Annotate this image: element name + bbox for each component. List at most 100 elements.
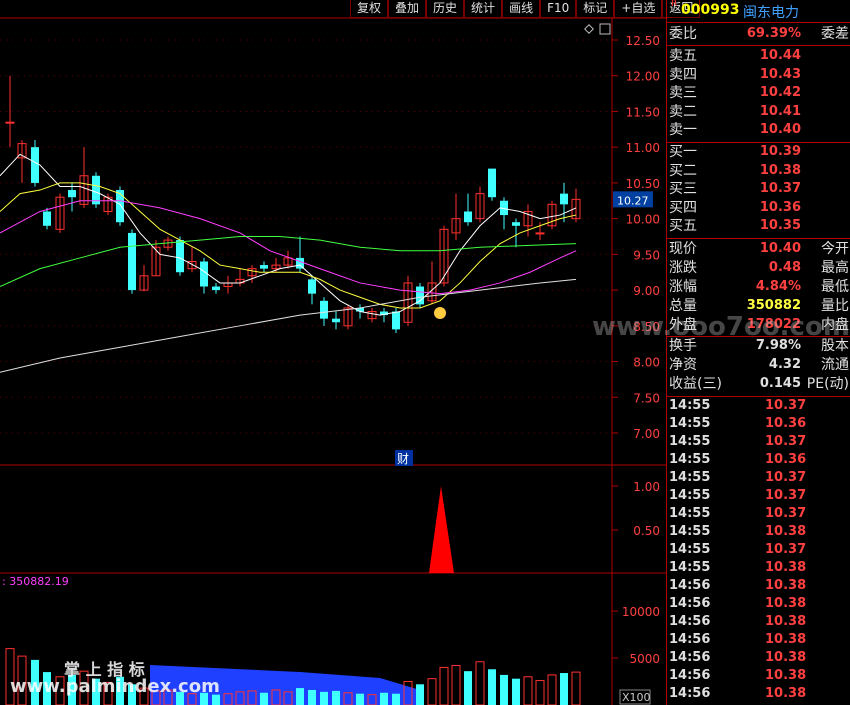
candle-body-down bbox=[332, 318, 340, 323]
price-axis-label: 8.00 bbox=[633, 356, 660, 370]
stock-header: R 000993 闽东电力 bbox=[667, 0, 850, 22]
volume-bar-up bbox=[547, 674, 557, 705]
volume-bar-up bbox=[571, 671, 581, 705]
tick-price: 10.38 bbox=[765, 686, 807, 701]
candle-body-down bbox=[128, 232, 136, 291]
toolbar-button[interactable]: 统计 bbox=[464, 0, 503, 18]
toolbar-button[interactable]: 复权 bbox=[350, 0, 389, 18]
tick-price: 10.38 bbox=[765, 668, 807, 683]
signal-spike bbox=[429, 486, 454, 573]
volume-bar-up bbox=[523, 676, 533, 705]
ratio-value: 69.39% bbox=[746, 26, 801, 41]
volume-bar-down bbox=[560, 673, 568, 705]
fund-label: 净资 bbox=[669, 357, 697, 373]
tick-price: 10.38 bbox=[765, 650, 807, 665]
tick-row: 14:55 10.37 bbox=[667, 541, 850, 559]
tick-price: 10.37 bbox=[765, 398, 807, 413]
volume-bar-down bbox=[464, 671, 472, 705]
toolbar: 复权 叠加 历史 统计 画线 F10 标记 +自选 返回 bbox=[350, 0, 701, 18]
candle-body-down bbox=[320, 300, 328, 319]
candle-body-down bbox=[416, 286, 424, 305]
bid-price: 10.38 bbox=[759, 162, 801, 178]
toolbar-button[interactable]: 标记 bbox=[576, 0, 615, 18]
price-axis-label: 10.50 bbox=[626, 177, 660, 191]
volume-axis-label: 5000 bbox=[629, 652, 660, 666]
ask-price: 10.44 bbox=[759, 48, 801, 63]
window-icon bbox=[599, 23, 611, 35]
quote-value: 0.48 bbox=[768, 260, 801, 275]
volume-bar-up bbox=[535, 680, 545, 705]
candle-body-down bbox=[116, 190, 124, 223]
volume-bar-down bbox=[392, 693, 400, 705]
tick-time: 14:56 bbox=[669, 650, 711, 665]
indicator-axis-label: 1.00 bbox=[633, 480, 660, 494]
price-axis-label: 11.00 bbox=[626, 141, 660, 155]
bid-price: 10.36 bbox=[759, 199, 801, 215]
tick-price: 10.38 bbox=[765, 560, 807, 575]
candle-body-up bbox=[535, 232, 545, 235]
tick-price: 10.38 bbox=[765, 578, 807, 593]
tick-time: 14:55 bbox=[669, 560, 711, 575]
tick-row: 14:55 10.37 bbox=[667, 433, 850, 451]
price-axis-label: 7.50 bbox=[633, 391, 660, 405]
price-axis-label: 9.00 bbox=[633, 284, 660, 298]
stock-code[interactable]: 000993 bbox=[681, 2, 739, 18]
tick-row: 14:55 10.37 bbox=[667, 469, 850, 487]
ask-label: 卖一 bbox=[669, 122, 697, 138]
ask-price: 10.42 bbox=[759, 85, 801, 100]
volume-bar-down bbox=[320, 691, 328, 705]
toolbar-button[interactable]: 历史 bbox=[426, 0, 465, 18]
ask-label: 卖四 bbox=[669, 66, 697, 83]
volume-bar-up bbox=[451, 665, 461, 705]
candle-body-up bbox=[5, 121, 15, 124]
r-marker: R bbox=[671, 0, 678, 9]
toolbar-button[interactable]: 画线 bbox=[502, 0, 541, 18]
candle-body-down bbox=[260, 265, 268, 269]
toolbar-button[interactable]: +自选 bbox=[614, 0, 663, 18]
bid-label: 买二 bbox=[669, 162, 697, 179]
tick-row: 14:56 10.38 bbox=[667, 685, 850, 703]
tick-price: 10.37 bbox=[765, 542, 807, 557]
ask-label: 卖三 bbox=[669, 85, 697, 101]
quote-label2: 最高 bbox=[821, 260, 849, 276]
tick-time: 14:56 bbox=[669, 632, 711, 647]
quote-value: 4.84% bbox=[755, 279, 801, 294]
price-axis-label: 12.50 bbox=[626, 34, 660, 48]
quote-value: 10.40 bbox=[759, 241, 801, 256]
tick-time: 14:55 bbox=[669, 398, 711, 413]
volume-bar-down bbox=[512, 678, 520, 705]
ask-label: 卖二 bbox=[669, 103, 697, 120]
price-axis-label: 11.50 bbox=[626, 105, 660, 119]
stock-name[interactable]: 闽东电力 bbox=[743, 2, 799, 22]
ask-row: 卖一 10.40 bbox=[667, 121, 850, 139]
current-price-tag: 10.27 bbox=[617, 194, 649, 207]
bid-price: 10.37 bbox=[759, 181, 801, 196]
tick-price: 10.37 bbox=[765, 506, 807, 521]
tick-row: 14:56 10.38 bbox=[667, 595, 850, 613]
tick-time: 14:55 bbox=[669, 506, 711, 521]
volume-bar-down bbox=[296, 688, 304, 705]
toolbar-button[interactable]: 叠加 bbox=[388, 0, 427, 18]
ask-row: 卖五 10.44 bbox=[667, 47, 850, 65]
price-axis-label: 9.50 bbox=[633, 248, 660, 262]
fund-value: 4.32 bbox=[768, 357, 801, 372]
volume-bar-up bbox=[439, 666, 449, 705]
tick-row: 14:55 10.36 bbox=[667, 451, 850, 469]
watermark-top: www.ooo7oo.com bbox=[592, 312, 850, 342]
toolbar-button[interactable]: F10 bbox=[540, 0, 577, 18]
bid-label: 买五 bbox=[669, 218, 697, 234]
bid-price: 10.39 bbox=[759, 144, 801, 159]
candle-body-down bbox=[560, 193, 568, 205]
tick-time: 14:55 bbox=[669, 524, 711, 539]
fund-label2: PE(动) bbox=[806, 376, 849, 392]
quote-label2: 最低 bbox=[821, 279, 849, 295]
bid-row: 买三 10.37 bbox=[667, 180, 850, 198]
tick-row: 14:56 10.38 bbox=[667, 667, 850, 685]
tick-time: 14:56 bbox=[669, 596, 711, 611]
bid-row: 买五 10.35 bbox=[667, 217, 850, 235]
ratio-row: 委比 69.39% 委差 bbox=[667, 25, 850, 43]
volume-value: : 350882.19 bbox=[2, 575, 69, 588]
tick-row: 14:55 10.36 bbox=[667, 415, 850, 433]
tick-time: 14:56 bbox=[669, 578, 711, 593]
tick-row: 14:56 10.38 bbox=[667, 613, 850, 631]
